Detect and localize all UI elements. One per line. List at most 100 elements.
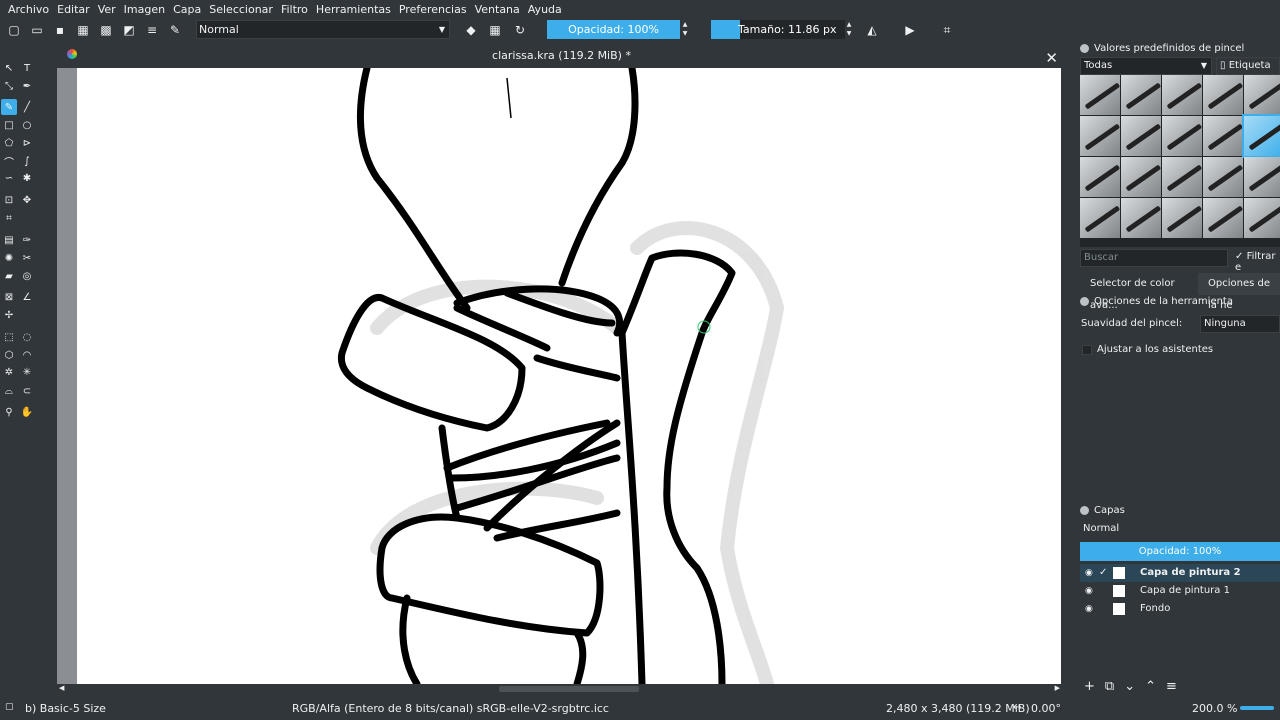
menu-item-filtro[interactable]: Filtro <box>281 3 308 16</box>
brush-preset-tile[interactable] <box>1080 198 1120 238</box>
assistants-checkbox[interactable] <box>1082 345 1092 355</box>
menu-item-preferencias[interactable]: Preferencias <box>399 3 467 16</box>
drawing-canvas[interactable] <box>77 68 1061 684</box>
brush-preset-tile[interactable] <box>1242 114 1280 158</box>
brush-preset-tile[interactable] <box>1203 198 1243 238</box>
brush-preset-tile[interactable] <box>1244 157 1280 197</box>
assistant-icon[interactable]: ⊠ <box>1 289 17 305</box>
reload-preset-icon[interactable]: ↻ <box>511 21 529 39</box>
edit-shapes-icon[interactable]: ⤡ <box>1 78 17 94</box>
horizontal-scroll-thumb[interactable] <box>499 686 639 692</box>
opacity-spin[interactable]: ▲ ▼ <box>681 20 689 39</box>
contiguous-select-icon[interactable]: ✲ <box>1 364 17 380</box>
gradient-tool-icon[interactable]: ▤ <box>1 232 17 248</box>
brush-preset-tile[interactable] <box>1244 198 1280 238</box>
dynamic-brush-icon[interactable]: ∽ <box>1 170 17 186</box>
horizontal-scrollbar[interactable]: ◀ ▶ <box>57 684 1062 695</box>
layer-opacity-slider[interactable]: Opacidad: 100% <box>1080 542 1280 561</box>
preset-filter-select[interactable]: Todas ▼ <box>1080 57 1212 75</box>
brush-preset-tile[interactable] <box>1244 75 1280 115</box>
smoothing-select[interactable]: Ninguna <box>1200 315 1280 333</box>
crop-icon[interactable]: ⌗ <box>1 210 17 226</box>
save-icon[interactable]: ▪ <box>51 21 69 39</box>
colorize-mask-icon[interactable]: ✺ <box>1 250 17 266</box>
brush-settings-icon[interactable]: ≡ <box>143 21 161 39</box>
brush-preset-tile[interactable] <box>1162 198 1202 238</box>
tab-color-selector[interactable]: Selector de color ava... <box>1080 273 1198 311</box>
rotate-icon[interactable]: ↔ <box>1013 702 1021 713</box>
tab-tool-options[interactable]: Opciones de la he <box>1198 273 1280 311</box>
scroll-right-icon[interactable]: ▶ <box>1055 684 1060 692</box>
move-icon[interactable]: ✥ <box>19 192 35 208</box>
duplicate-layer-icon[interactable]: ⧉ <box>1105 679 1114 694</box>
docker-float-icon[interactable] <box>1080 297 1089 306</box>
docker-float-icon[interactable] <box>1080 44 1089 53</box>
menu-item-ventana[interactable]: Ventana <box>475 3 520 16</box>
ellipse-select-icon[interactable]: ◌ <box>19 329 35 345</box>
color-picker-icon[interactable]: ✑ <box>19 232 35 248</box>
layer-properties-icon[interactable]: ≡ <box>1166 679 1177 694</box>
freehand-path-icon[interactable]: ∫ <box>19 153 35 169</box>
menu-item-ayuda[interactable]: Ayuda <box>528 3 562 16</box>
brush-preset-icon[interactable]: ✎ <box>166 21 184 39</box>
ellipse-icon[interactable]: ○ <box>19 117 35 133</box>
brush-preset-tile[interactable] <box>1121 116 1161 156</box>
smart-patch-icon[interactable]: ✂ <box>19 250 35 266</box>
scroll-left-icon[interactable]: ◀ <box>59 684 64 692</box>
brush-preset-tile[interactable] <box>1080 116 1120 156</box>
new-document-icon[interactable]: ▢ <box>5 21 23 39</box>
select-shapes-icon[interactable]: ↖ <box>1 60 17 76</box>
multibrush-icon[interactable]: ✱ <box>19 170 35 186</box>
poly-select-icon[interactable]: ⬡ <box>1 347 17 363</box>
gradient-icon[interactable]: ▦ <box>74 21 92 39</box>
close-icon[interactable]: ✕ <box>1045 47 1058 69</box>
text-icon[interactable]: T <box>19 60 35 76</box>
docker-float-icon[interactable] <box>1080 506 1089 515</box>
alpha-lock-icon[interactable]: ▦ <box>486 21 504 39</box>
menu-item-imagen[interactable]: Imagen <box>124 3 165 16</box>
menu-item-seleccionar[interactable]: Seleccionar <box>209 3 273 16</box>
layer-blend-select[interactable]: Normal <box>1080 521 1280 539</box>
open-folder-icon[interactable]: ▭ <box>28 21 46 39</box>
zoom-icon[interactable]: ⚲ <box>1 404 17 420</box>
calligraphy-icon[interactable]: ✒ <box>19 78 35 94</box>
brush-preset-tile[interactable] <box>1203 157 1243 197</box>
line-icon[interactable]: ╱ <box>19 99 35 115</box>
enclose-fill-icon[interactable]: ◎ <box>19 268 35 284</box>
reference-icon[interactable]: ✢ <box>1 307 17 323</box>
layer-row[interactable]: ◉ Capa de pintura 1 <box>1080 582 1280 600</box>
brush-preset-tile[interactable] <box>1203 75 1243 115</box>
mirror-vertical-icon[interactable]: ▶ <box>901 21 919 39</box>
mirror-horizontal-icon[interactable]: ◭ <box>863 21 881 39</box>
menu-item-archivo[interactable]: Archivo <box>8 3 49 16</box>
rect-select-icon[interactable]: ⬚ <box>1 329 17 345</box>
bezier-icon[interactable]: ⌒ <box>1 153 17 169</box>
transform-icon[interactable]: ⊡ <box>1 192 17 208</box>
bezier-select-icon[interactable]: ⌓ <box>1 383 17 399</box>
zoom-slider[interactable] <box>1240 706 1274 710</box>
brush-preset-tile[interactable] <box>1121 75 1161 115</box>
freehand-select-icon[interactable]: ◠ <box>19 347 35 363</box>
visibility-eye-icon[interactable]: ◉ <box>1085 564 1093 582</box>
pattern-icon[interactable]: ▩ <box>97 21 115 39</box>
menu-item-editar[interactable]: Editar <box>57 3 90 16</box>
brush-preset-tile[interactable] <box>1162 157 1202 197</box>
color-swap-icon[interactable]: ◩ <box>120 21 138 39</box>
fill-icon[interactable]: ▰ <box>1 268 17 284</box>
brush-preset-tile[interactable] <box>1162 75 1202 115</box>
polygon-icon[interactable]: ⬠ <box>1 135 17 151</box>
visibility-eye-icon[interactable]: ◉ <box>1085 582 1093 600</box>
layer-row[interactable]: ◉ Fondo <box>1080 600 1280 618</box>
menu-item-herramientas[interactable]: Herramientas <box>316 3 391 16</box>
brush-preset-tile[interactable] <box>1121 198 1161 238</box>
menu-item-capa[interactable]: Capa <box>173 3 201 16</box>
freehand-brush-icon[interactable]: ✎ <box>1 99 17 115</box>
move-up-icon[interactable]: ⌃ <box>1145 679 1156 694</box>
tag-select[interactable]: ▯ Etiqueta <box>1216 57 1280 75</box>
opacity-slider[interactable]: Opacidad: 100% <box>547 20 680 39</box>
wrap-around-icon[interactable]: ⌗ <box>938 21 956 39</box>
brush-preset-tile[interactable] <box>1080 75 1120 115</box>
brush-preset-tile[interactable] <box>1203 116 1243 156</box>
move-down-icon[interactable]: ⌄ <box>1124 679 1135 694</box>
pan-icon[interactable]: ✋ <box>19 404 35 420</box>
